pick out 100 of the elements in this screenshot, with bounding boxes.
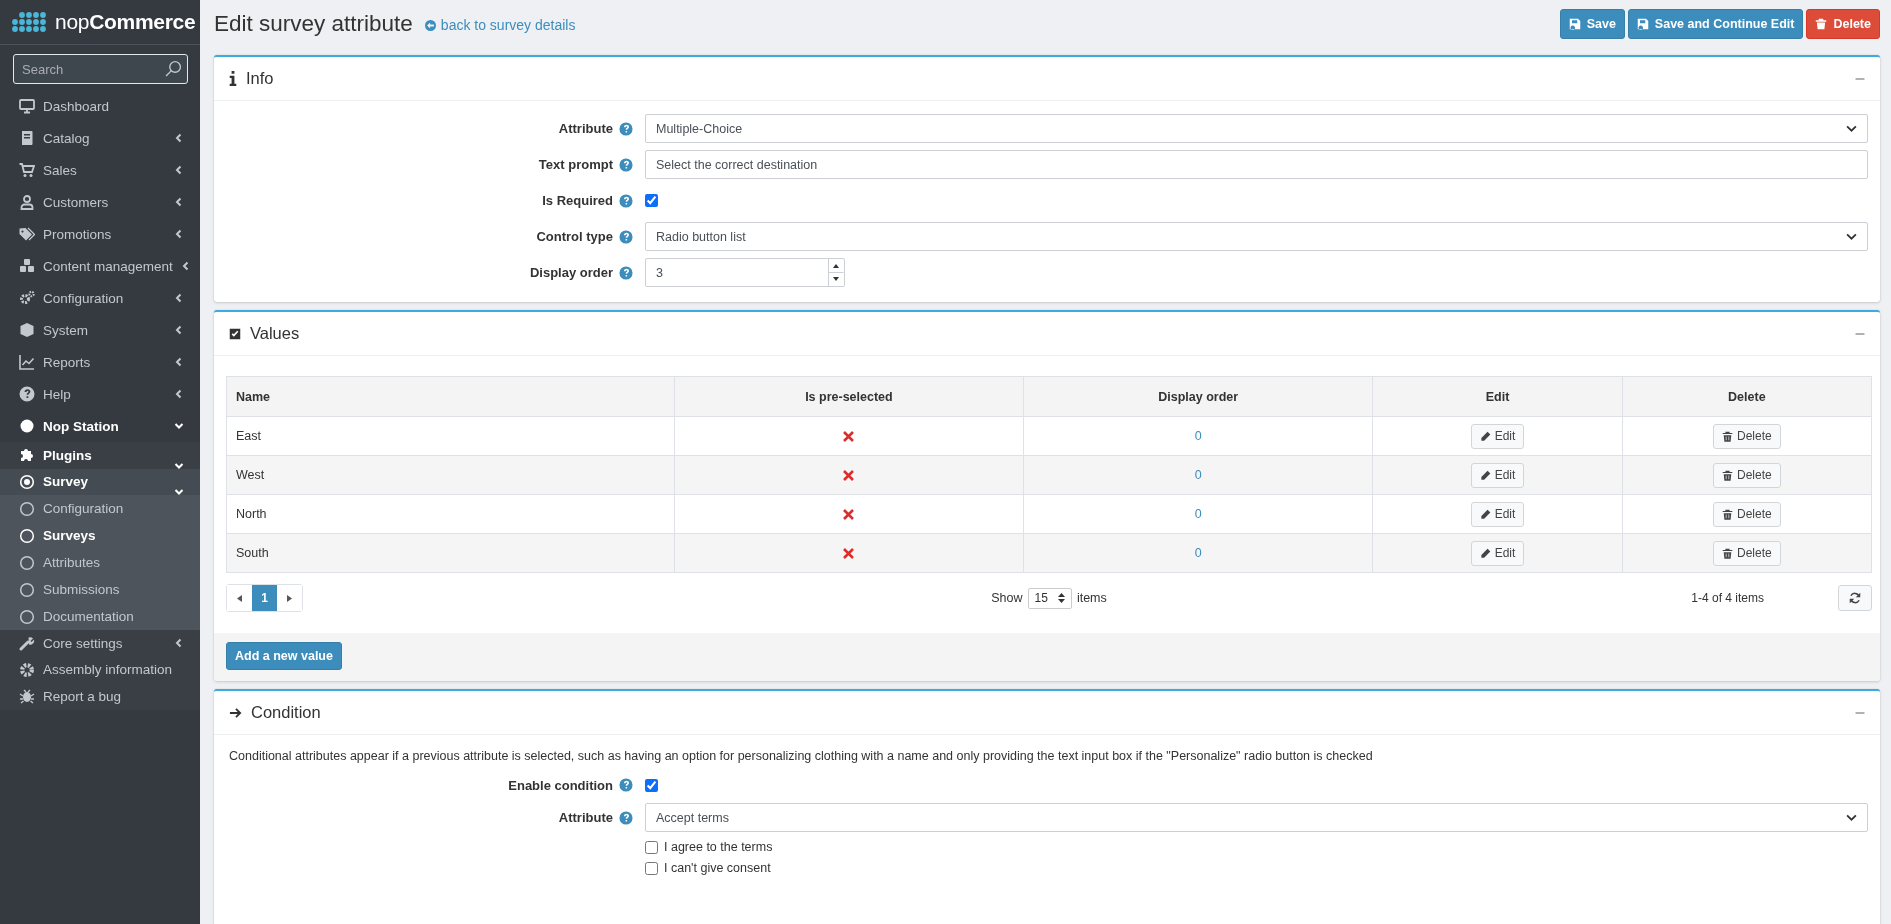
trash-icon: [1722, 547, 1733, 559]
page-button[interactable]: 1: [252, 585, 277, 611]
sidebar-item[interactable]: Core settings: [0, 630, 200, 657]
page-size-dropdown[interactable]: 15: [1027, 587, 1072, 609]
spinner-icon[interactable]: [828, 259, 844, 286]
pencil-icon: [1479, 547, 1491, 559]
delete-button[interactable]: Delete: [1713, 501, 1781, 527]
pencil-icon: [1479, 508, 1491, 520]
monitor-icon: [19, 98, 35, 114]
chevron-down-icon: [174, 487, 184, 497]
table-cell: West: [226, 455, 675, 495]
logo-icon: [9, 9, 49, 35]
save-button[interactable]: Save and Continue Edit: [1627, 8, 1804, 39]
help-icon[interactable]: [619, 229, 633, 244]
tags-icon: [19, 226, 35, 242]
circle-icon: [19, 608, 35, 625]
refresh-icon: [1849, 592, 1861, 604]
table-cell: 0: [1023, 416, 1373, 456]
chevron-left-icon: [174, 325, 184, 335]
edit-button[interactable]: Edit: [1470, 501, 1525, 527]
refresh-button[interactable]: [1838, 585, 1872, 611]
dropdown[interactable]: Multiple-Choice: [645, 114, 1868, 143]
trash-icon: [1722, 469, 1733, 481]
sidebar-item[interactable]: Documentation: [0, 603, 200, 630]
table-cell: 0: [1023, 455, 1373, 495]
cart-icon: [19, 162, 35, 178]
field-label: Attribute: [558, 121, 613, 136]
chevron-left-icon: [174, 293, 184, 303]
search-field[interactable]: Search: [13, 54, 188, 84]
table-cell: 0: [1023, 494, 1373, 534]
chevron-down-icon: [1846, 231, 1857, 242]
sidebar-item[interactable]: Customers: [0, 186, 200, 218]
card-title: Info: [246, 69, 275, 88]
help-icon[interactable]: [619, 193, 633, 208]
help-icon[interactable]: [619, 121, 633, 136]
sidebar-item[interactable]: Surveys: [0, 522, 200, 549]
table-cell: East: [226, 416, 675, 456]
edit-button[interactable]: Edit: [1470, 540, 1525, 566]
page-title: Edit survey attribute: [214, 10, 413, 37]
sidebar-item[interactable]: System: [0, 314, 200, 346]
book-icon: [19, 130, 35, 146]
add-value-button[interactable]: Add a new value: [226, 642, 342, 670]
sidebar-item[interactable]: Report a bug: [0, 683, 200, 710]
delete-button[interactable]: Delete: [1713, 423, 1781, 449]
help-icon[interactable]: [619, 810, 633, 825]
bug-icon: [19, 688, 35, 705]
sidebar-item[interactable]: Catalog: [0, 122, 200, 154]
checkbox[interactable]: [645, 840, 658, 854]
chevron-left-icon: [180, 261, 191, 271]
circle-icon: [19, 554, 35, 571]
sidebar-item[interactable]: Configuration: [0, 495, 200, 522]
help-icon[interactable]: [619, 157, 633, 172]
field-label: Display order: [529, 265, 613, 280]
save-button[interactable]: Save: [1559, 8, 1625, 39]
sidebar-item[interactable]: Content management: [0, 250, 200, 282]
checkbox[interactable]: [645, 194, 658, 207]
gear-icon: [19, 661, 35, 678]
chevron-down-icon: [1846, 123, 1857, 134]
checkbox[interactable]: [645, 861, 658, 875]
sidebar-item[interactable]: Reports: [0, 346, 200, 378]
sidebar-item[interactable]: Dashboard: [0, 90, 200, 122]
sidebar-item[interactable]: Submissions: [0, 576, 200, 603]
sidebar-item[interactable]: Attributes: [0, 549, 200, 576]
help-icon: [19, 386, 35, 402]
edit-button[interactable]: Edit: [1470, 423, 1525, 449]
dropdown[interactable]: Radio button list: [645, 222, 1868, 251]
delete-button[interactable]: Delete: [1713, 462, 1781, 488]
sidebar-item[interactable]: Plugins: [0, 442, 200, 469]
chevron-down-icon: [1846, 812, 1857, 823]
chevron-down-icon: [174, 421, 184, 431]
table-cell: South: [226, 533, 675, 573]
items-label: items: [1076, 591, 1107, 605]
sidebar-item[interactable]: Survey: [0, 468, 200, 495]
checkbox[interactable]: [645, 778, 658, 792]
delete-button[interactable]: Delete: [1806, 8, 1880, 39]
dropdown[interactable]: Accept terms: [645, 803, 1868, 832]
sidebar-item[interactable]: Sales: [0, 154, 200, 186]
chevron-left-icon: [174, 133, 184, 143]
number-field[interactable]: 3: [645, 258, 845, 287]
field-label: Attribute: [558, 810, 613, 825]
sidebar-item[interactable]: Assembly information: [0, 656, 200, 683]
info-icon: [229, 71, 237, 86]
edit-button[interactable]: Edit: [1470, 462, 1525, 488]
option-label: I can't give consent: [664, 861, 771, 875]
sidebar-item[interactable]: Configuration: [0, 282, 200, 314]
column-header: Is pre-selected: [674, 376, 1024, 417]
text-field[interactable]: Select the correct destination: [645, 150, 1868, 179]
trash-icon: [1722, 430, 1733, 442]
help-icon[interactable]: [619, 265, 633, 280]
sidebar-item[interactable]: Help: [0, 378, 200, 410]
sidebar-item[interactable]: Promotions: [0, 218, 200, 250]
chevron-left-icon: [174, 229, 184, 239]
card-title: Values: [250, 324, 301, 343]
description-text: Conditional attributes appear if a previous attribute is selected, such as having an option for personalizing clothing with a name and only providing the text input box if the "Personalize" radio button is checked: [228, 748, 1374, 765]
delete-button[interactable]: Delete: [1713, 540, 1781, 566]
circle-icon: [19, 527, 35, 544]
help-icon[interactable]: [619, 778, 633, 792]
chevron-left-icon: [174, 197, 184, 207]
triangle-left-icon: [237, 594, 242, 602]
circle-icon: [19, 500, 35, 517]
